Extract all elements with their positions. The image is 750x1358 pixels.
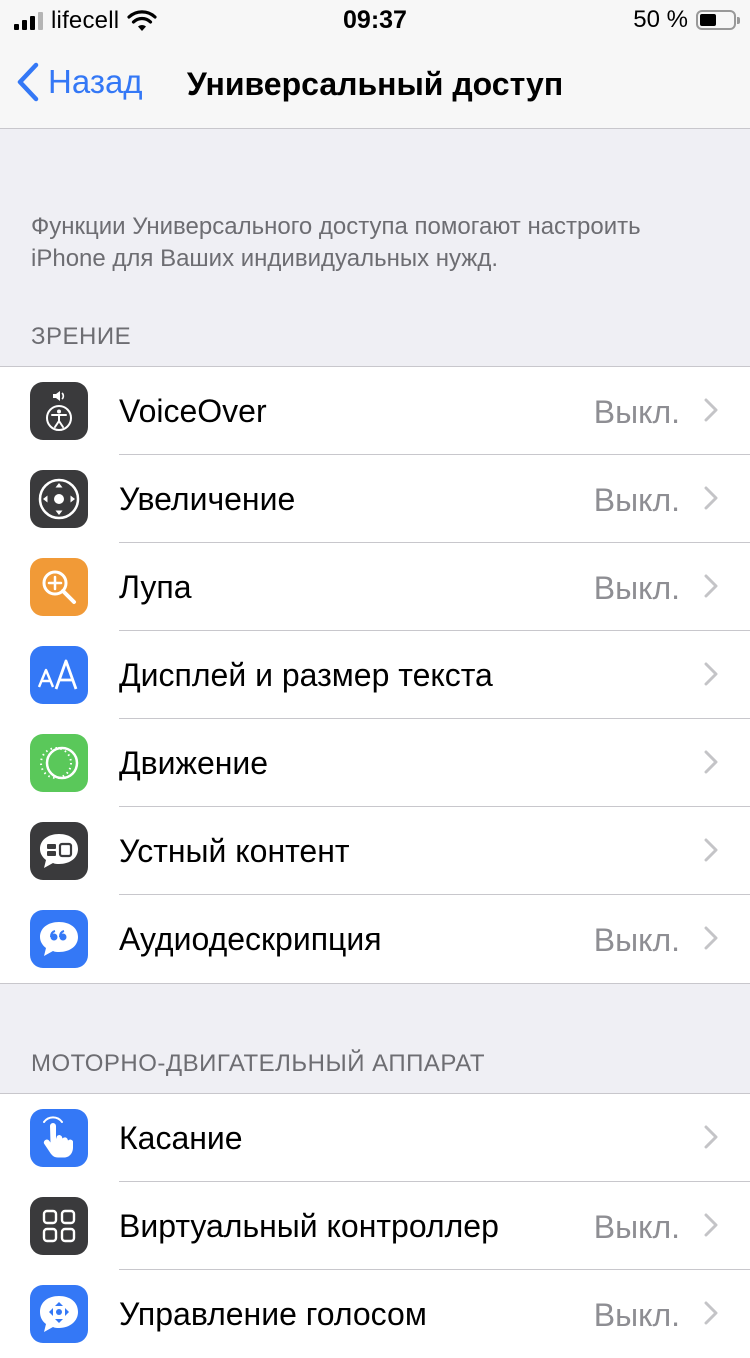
magnifier-icon xyxy=(30,558,88,616)
row-value: Выкл. xyxy=(593,922,680,958)
row-value: Выкл. xyxy=(593,1297,680,1333)
chevron-right-icon xyxy=(704,838,718,862)
row-label: Касание xyxy=(119,1120,243,1156)
row-label: Управление голосом xyxy=(119,1296,427,1332)
settings-group-vision: VoiceOver Выкл. Увеличение Выкл. Лупа Вы… xyxy=(0,366,750,984)
battery-percent: 50 % xyxy=(633,6,688,33)
row-label: Дисплей и размер текста xyxy=(119,657,493,693)
section-description: Функции Универсального доступа помогают … xyxy=(31,213,641,272)
row-label: Движение xyxy=(119,745,269,781)
settings-row-voice-control[interactable]: Управление голосом Выкл. xyxy=(0,1270,750,1358)
status-right: 50 % xyxy=(633,6,740,34)
audio-description-icon xyxy=(30,910,88,968)
chevron-right-icon xyxy=(704,1125,718,1149)
settings-row-display-text-size[interactable]: Дисплей и размер текста xyxy=(0,631,750,719)
chevron-right-icon xyxy=(704,1301,718,1325)
chevron-right-icon xyxy=(704,574,718,598)
row-label: Устный контент xyxy=(119,833,350,869)
section-header-vision: ЗРЕНИЕ xyxy=(31,323,132,350)
battery-icon xyxy=(696,10,740,30)
text-size-icon xyxy=(30,646,88,704)
page-title: Универсальный доступ xyxy=(186,66,564,102)
settings-row-switch-control[interactable]: Виртуальный контроллер Выкл. xyxy=(0,1182,750,1270)
navigation-bar: Назад Универсальный доступ xyxy=(0,40,750,129)
row-label: VoiceOver xyxy=(119,393,267,429)
row-label: Виртуальный контроллер xyxy=(119,1208,499,1244)
row-value: Выкл. xyxy=(593,482,680,518)
settings-row-touch[interactable]: Касание xyxy=(0,1094,750,1182)
settings-row-audio-description[interactable]: Аудиодескрипция Выкл. xyxy=(0,895,750,983)
chevron-right-icon xyxy=(704,1213,718,1237)
chevron-right-icon xyxy=(704,662,718,686)
row-label: Увеличение xyxy=(119,481,296,517)
settings-row-zoom[interactable]: Увеличение Выкл. xyxy=(0,455,750,543)
chevron-right-icon xyxy=(704,486,718,510)
settings-group-motor: Касание Виртуальный контроллер Выкл. Упр… xyxy=(0,1093,750,1358)
row-value: Выкл. xyxy=(593,1209,680,1245)
row-label: Аудиодескрипция xyxy=(119,921,382,957)
voice-control-icon xyxy=(30,1285,88,1343)
settings-row-voiceover[interactable]: VoiceOver Выкл. xyxy=(0,367,750,455)
settings-row-magnifier[interactable]: Лупа Выкл. xyxy=(0,543,750,631)
row-value: Выкл. xyxy=(593,394,680,430)
settings-row-motion[interactable]: Движение xyxy=(0,719,750,807)
zoom-icon xyxy=(30,470,88,528)
chevron-right-icon xyxy=(704,750,718,774)
chevron-right-icon xyxy=(704,398,718,422)
status-bar: lifecell 09:37 50 % xyxy=(0,0,750,40)
switch-control-icon xyxy=(30,1197,88,1255)
motion-icon xyxy=(30,734,88,792)
touch-icon xyxy=(30,1109,88,1167)
chevron-right-icon xyxy=(704,926,718,950)
spoken-content-icon xyxy=(30,822,88,880)
section-header-motor: МОТОРНО-ДВИГАТЕЛЬНЫЙ АППАРАТ xyxy=(31,1050,486,1077)
row-label: Лупа xyxy=(119,569,192,605)
battery-fill xyxy=(700,14,716,26)
settings-row-spoken-content[interactable]: Устный контент xyxy=(0,807,750,895)
voiceover-icon xyxy=(30,382,88,440)
row-value: Выкл. xyxy=(593,570,680,606)
